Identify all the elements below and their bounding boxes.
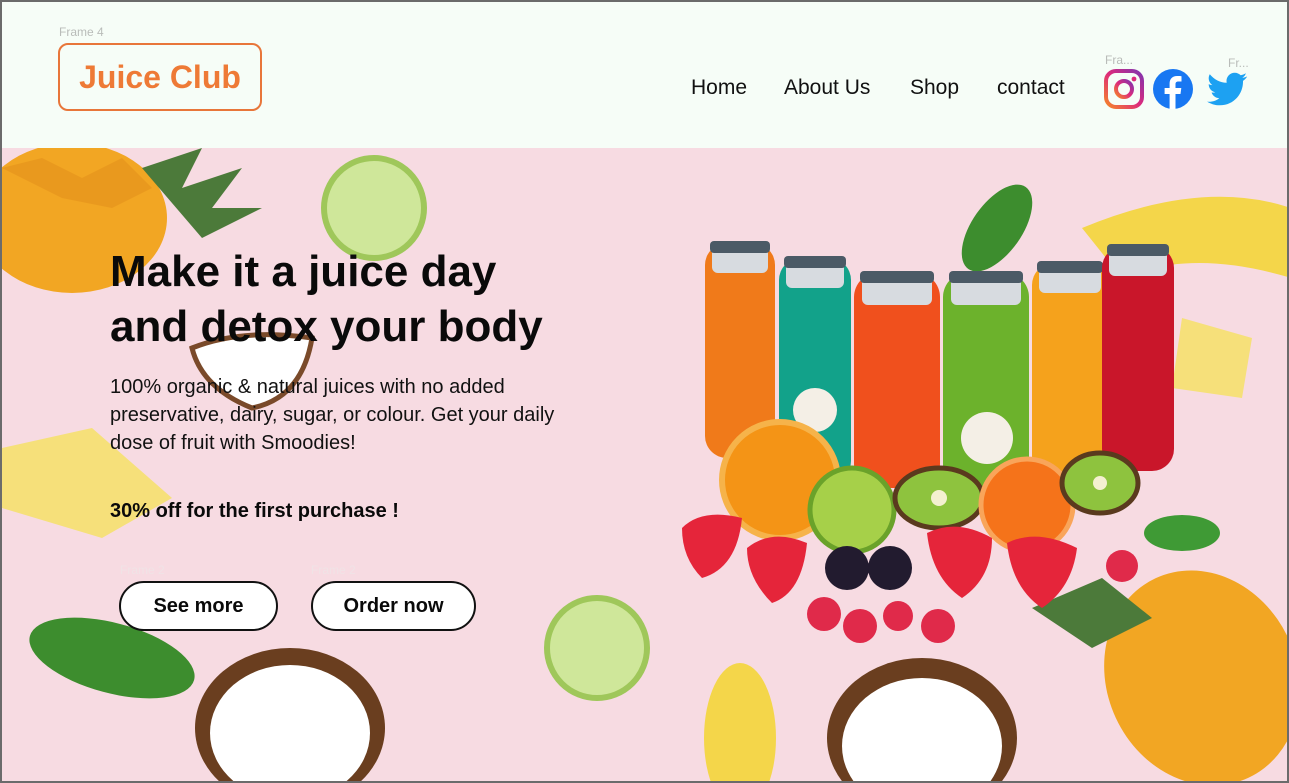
twitter-icon[interactable] [1206,68,1248,110]
juice-bottles-image [682,241,1220,643]
hero-description: 100% organic & natural juices with no ad… [110,376,555,454]
frame-label: Fra... [1105,53,1134,67]
hero-section: Make it a juice day and detox your body … [2,148,1287,781]
offer-text: 30% off for the first purchase ! [110,500,399,522]
instagram-icon[interactable] [1103,68,1145,110]
see-more-button[interactable]: See more [119,581,278,631]
nav-contact[interactable]: contact [997,76,1065,100]
frame-label: Frame 2 [311,563,356,577]
nav-shop[interactable]: Shop [910,76,959,100]
order-now-button[interactable]: Order now [311,581,476,631]
brand-name: Juice Club [79,58,241,95]
brand-logo[interactable]: Juice Club [58,43,262,111]
frame-label: Frame 2 [120,563,165,577]
lime-image [544,595,650,701]
hero-headline: Make it a juice day and detox your body [110,244,590,354]
page: Frame 4 Juice Club Home About Us Shop co… [0,0,1289,783]
frame-label: Frame 4 [59,25,104,39]
facebook-icon[interactable] [1152,68,1194,110]
bottle-green [943,271,1029,488]
headline-line-2: and detox your body [110,302,543,351]
headline-line-1: Make it a juice day [110,247,497,296]
nav-home[interactable]: Home [691,76,747,100]
site-header: Frame 4 Juice Club Home About Us Shop co… [2,2,1287,148]
banana-image [704,663,776,781]
lime-image [321,155,427,261]
leaf-image [961,184,1033,272]
nav-about-us[interactable]: About Us [784,76,870,100]
bottle-crimson [1102,244,1174,471]
bottle-red-orange [854,271,940,488]
bottle-amber [1032,261,1108,478]
